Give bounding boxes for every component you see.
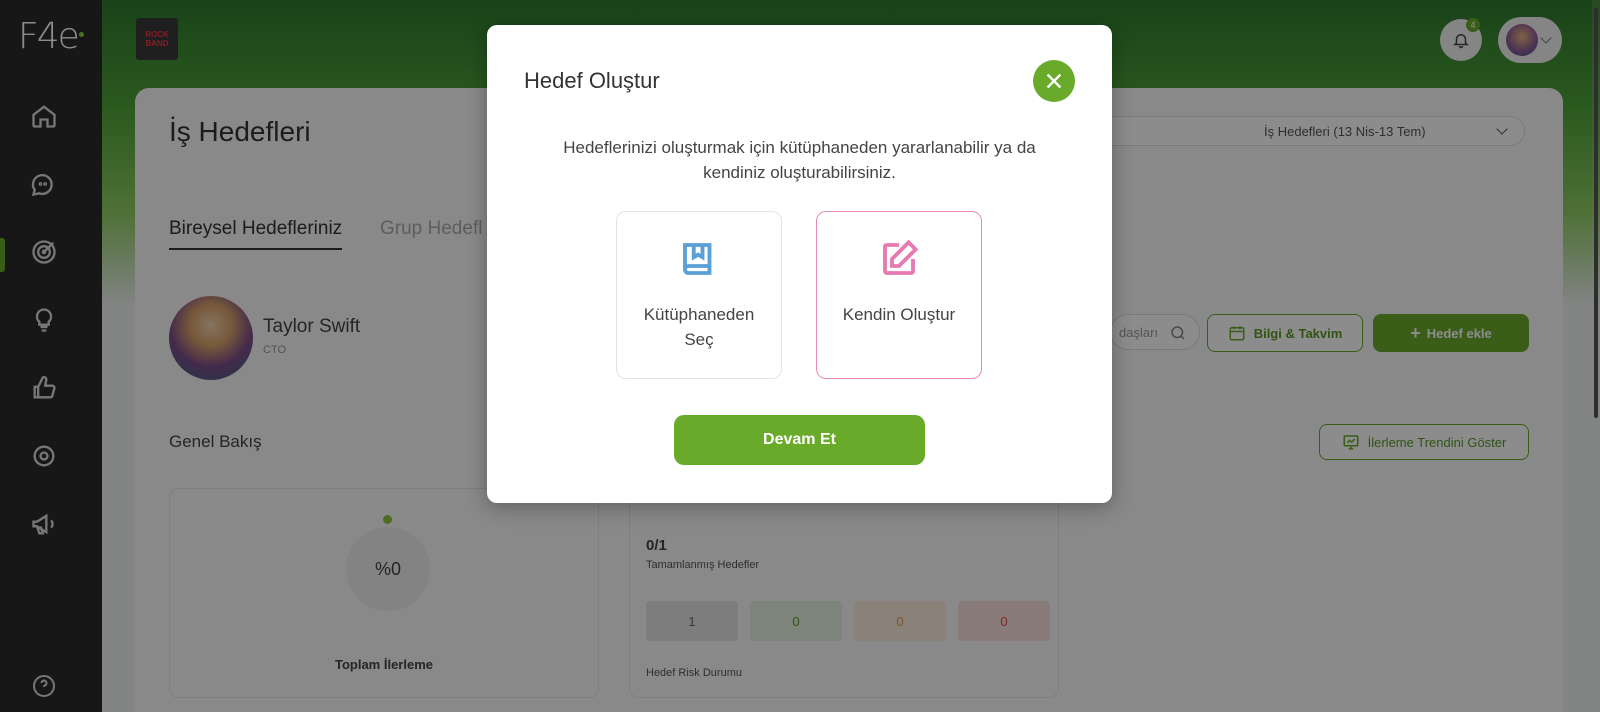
edit-icon (883, 239, 919, 275)
option-library[interactable]: Kütüphaneden Seç (616, 211, 782, 379)
close-icon (1046, 73, 1062, 89)
option-create-own[interactable]: Kendin Oluştur (816, 211, 982, 379)
modal-description: Hedeflerinizi oluşturmak için kütüphaned… (563, 138, 1036, 182)
book-icon (683, 243, 712, 275)
modal-title: Hedef Oluştur (524, 68, 660, 93)
create-goal-modal: Hedef Oluştur Hedeflerinizi oluşturmak i… (487, 25, 1112, 503)
continue-button[interactable]: Devam Et (674, 415, 925, 465)
close-button[interactable] (1033, 60, 1075, 102)
option-create-own-label: Kendin Oluştur (842, 305, 956, 324)
option-library-label: Kütüphaneden Seç (643, 305, 755, 349)
